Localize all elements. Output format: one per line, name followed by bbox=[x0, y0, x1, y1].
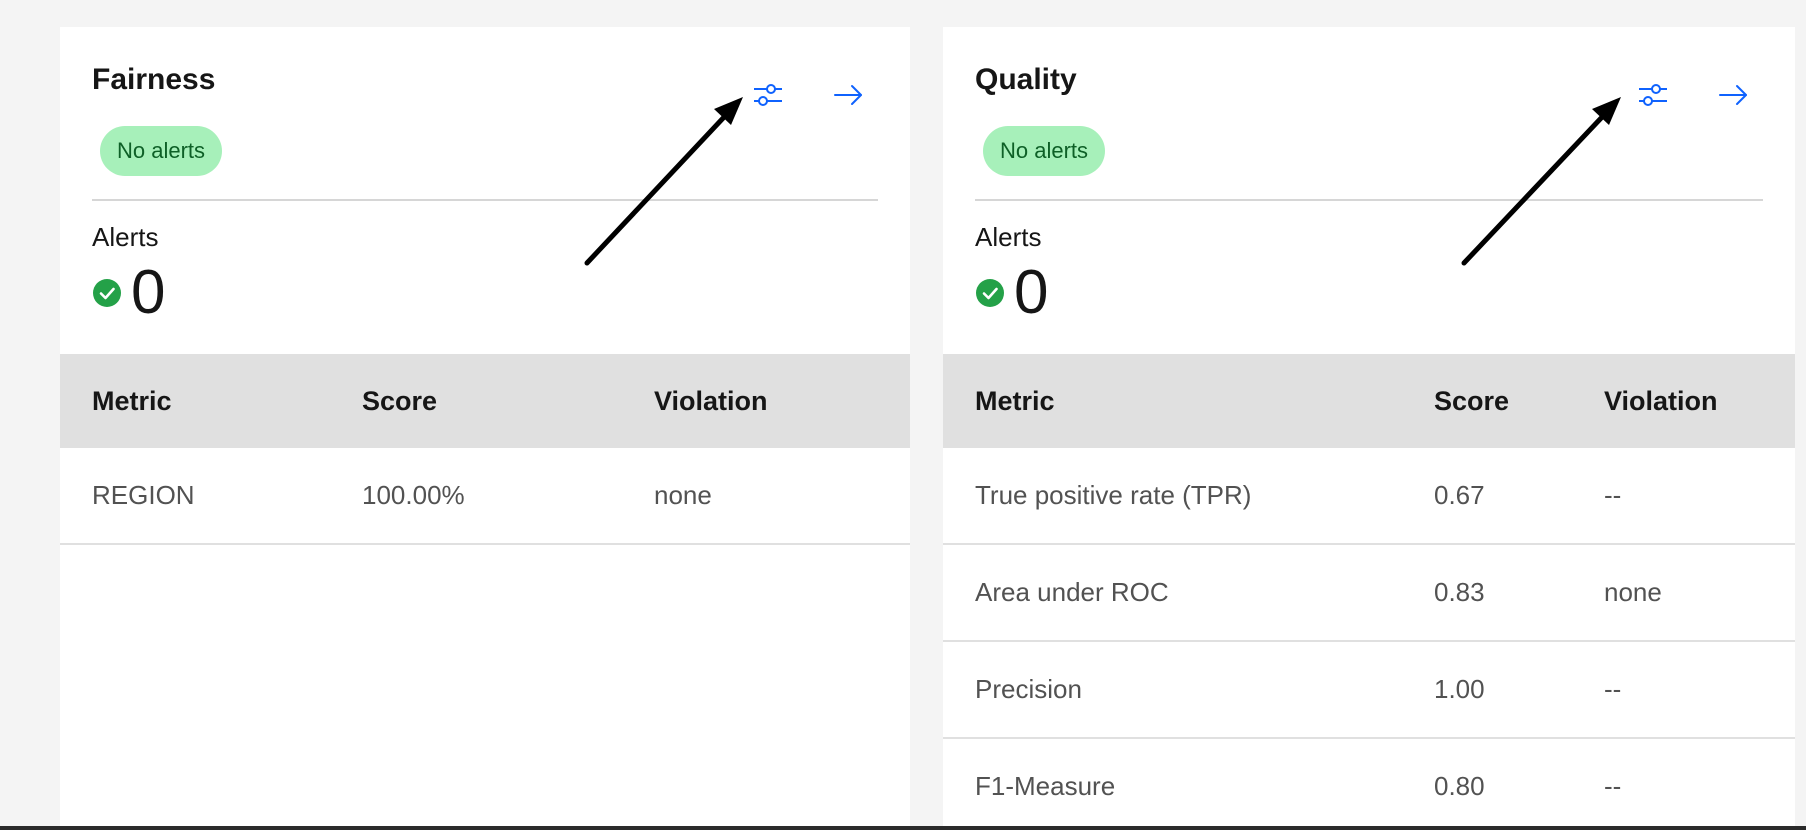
metric-violation: none bbox=[1604, 577, 1662, 607]
column-header-violation[interactable]: Violation bbox=[1604, 354, 1718, 448]
metric-name: True positive rate (TPR) bbox=[975, 480, 1252, 510]
checkmark-filled-icon bbox=[93, 279, 121, 307]
arrow-right-icon bbox=[1719, 85, 1747, 105]
status-badge: No alerts bbox=[100, 126, 223, 176]
metric-violation: -- bbox=[1604, 480, 1622, 510]
column-header-score[interactable]: Score bbox=[1434, 354, 1509, 448]
configure-monitor-button[interactable] bbox=[1635, 77, 1671, 113]
window-bottom-edge bbox=[0, 826, 1806, 830]
alerts-label: Alerts bbox=[92, 222, 159, 252]
metric-violation: none bbox=[654, 480, 712, 510]
table-row: True positive rate (TPR) 0.67 -- bbox=[943, 448, 1795, 545]
column-header-score[interactable]: Score bbox=[362, 354, 437, 448]
metrics-table: Metric Score Violation REGION 100.00% no… bbox=[60, 354, 910, 545]
metric-name: Area under ROC bbox=[975, 577, 1169, 607]
table-row: Area under ROC 0.83 none bbox=[943, 545, 1795, 642]
alerts-summary: 0 bbox=[975, 259, 1048, 327]
table-row: Precision 1.00 -- bbox=[943, 642, 1795, 739]
metric-violation: -- bbox=[1604, 674, 1622, 704]
table-header: Metric Score Violation bbox=[943, 354, 1795, 448]
metric-score: 0.83 bbox=[1434, 577, 1485, 607]
metric-name: Precision bbox=[975, 674, 1082, 704]
fairness-card: Fairness No alerts Alerts 0 Metric Score… bbox=[60, 27, 910, 830]
column-header-metric[interactable]: Metric bbox=[975, 354, 1055, 448]
table-row: F1-Measure 0.80 -- bbox=[943, 739, 1795, 830]
alerts-label: Alerts bbox=[975, 222, 1042, 252]
alerts-count: 0 bbox=[1014, 258, 1049, 327]
metrics-table: Metric Score Violation True positive rat… bbox=[943, 354, 1795, 830]
divider bbox=[975, 199, 1763, 201]
table-row: REGION 100.00% none bbox=[60, 448, 910, 545]
settings-adjust-icon bbox=[754, 84, 782, 106]
metric-score: 0.67 bbox=[1434, 480, 1485, 510]
checkmark-filled-icon bbox=[976, 279, 1004, 307]
status-badge: No alerts bbox=[983, 126, 1106, 176]
metric-score: 0.80 bbox=[1434, 771, 1485, 801]
quality-card: Quality No alerts Alerts 0 Metric Score … bbox=[943, 27, 1795, 830]
divider bbox=[92, 199, 878, 201]
column-header-metric[interactable]: Metric bbox=[92, 354, 172, 448]
metric-name: F1-Measure bbox=[975, 771, 1116, 801]
metric-violation: -- bbox=[1604, 771, 1622, 801]
alerts-count: 0 bbox=[131, 258, 166, 327]
configure-monitor-button[interactable] bbox=[750, 77, 786, 113]
view-details-button[interactable] bbox=[1715, 77, 1751, 113]
table-header: Metric Score Violation bbox=[60, 354, 910, 448]
metric-score: 100.00% bbox=[362, 480, 465, 510]
card-title: Fairness bbox=[92, 63, 216, 96]
arrow-right-icon bbox=[834, 85, 862, 105]
metric-name: REGION bbox=[92, 480, 195, 510]
view-details-button[interactable] bbox=[830, 77, 866, 113]
alerts-summary: 0 bbox=[92, 259, 165, 327]
metric-score: 1.00 bbox=[1434, 674, 1485, 704]
card-title: Quality bbox=[975, 63, 1077, 96]
settings-adjust-icon bbox=[1639, 84, 1667, 106]
column-header-violation[interactable]: Violation bbox=[654, 354, 768, 448]
page: Fairness No alerts Alerts 0 Metric Score… bbox=[0, 0, 1806, 830]
